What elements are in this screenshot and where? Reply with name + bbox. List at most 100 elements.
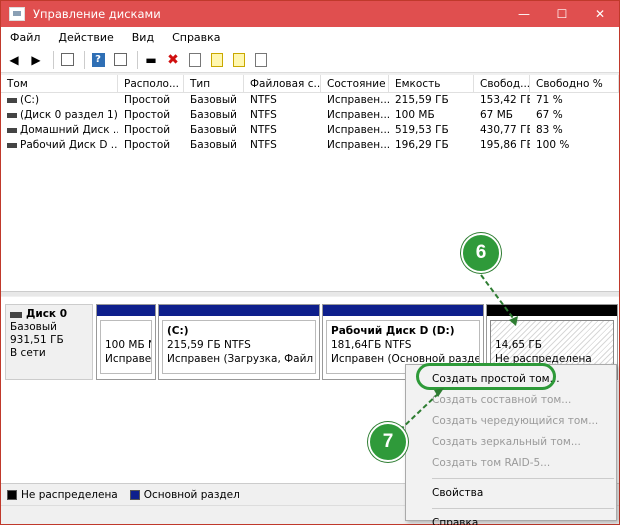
table-cell: 196,29 ГБ — [395, 139, 449, 151]
table-row[interactable]: Домашний Диск ... Простой Базовый NTFS И… — [1, 123, 619, 138]
partition-name: (C:) — [167, 325, 189, 337]
table-cell: Исправен... — [327, 94, 389, 106]
rescan-icon[interactable] — [252, 51, 270, 69]
partition-c[interactable]: (C:) 215,59 ГБ NTFS Исправен (Загрузка, … — [158, 304, 320, 380]
close-button[interactable]: ✕ — [581, 1, 619, 27]
legend-label-unallocated: Не распределена — [21, 488, 118, 501]
partition-bar — [487, 305, 617, 316]
table-cell: Простой — [124, 139, 171, 151]
menu-separator — [432, 478, 614, 479]
forward-arrow-icon[interactable]: ▶ — [27, 51, 45, 69]
column-header-capacity[interactable]: Емкость — [389, 75, 474, 93]
volume-list: Том Располо... Тип Файловая с... Состоян… — [1, 75, 619, 291]
menu-bar: Файл Действие Вид Справка — [1, 27, 619, 47]
table-row[interactable]: (Диск 0 раздел 1) Простой Базовый NTFS И… — [1, 108, 619, 123]
column-header-type[interactable]: Тип — [184, 75, 244, 93]
menu-item-create-spanned-volume: Создать составной том... — [432, 394, 572, 406]
step-7-badge: 7 — [368, 422, 408, 462]
legend-swatch-unallocated — [7, 489, 17, 500]
properties-icon[interactable] — [111, 51, 129, 69]
menu-item-help[interactable]: Справка — [406, 513, 616, 525]
table-cell: Базовый — [190, 109, 237, 121]
disk-management-app-icon — [9, 7, 25, 21]
delete-icon[interactable]: ✖ — [164, 51, 182, 69]
menu-view[interactable]: Вид — [123, 31, 163, 44]
column-header-free-space[interactable]: Свобод... — [474, 75, 530, 93]
table-cell: 67 МБ — [480, 109, 513, 121]
highlight-oval — [416, 363, 556, 390]
table-cell: Простой — [124, 94, 171, 106]
column-header-volume[interactable]: Том — [1, 75, 118, 93]
table-cell: Исправен... — [327, 109, 389, 121]
disk-icon — [10, 311, 22, 318]
menu-help[interactable]: Справка — [163, 31, 229, 44]
partition-bar — [97, 305, 155, 316]
disk-type: Базовый — [10, 321, 57, 333]
partition-status: Исправен (Загрузка, Файл подк — [167, 353, 315, 365]
partition-name: Рабочий Диск D (D:) — [331, 325, 455, 337]
menu-action[interactable]: Действие — [49, 31, 122, 44]
disk-status: В сети — [10, 347, 46, 359]
table-row[interactable]: (C:) Простой Базовый NTFS Исправен... 21… — [1, 93, 619, 108]
export-list-icon[interactable] — [208, 51, 226, 69]
partition-size: 100 МБ N — [105, 339, 152, 351]
table-cell: 100 МБ — [395, 109, 435, 121]
table-cell: Простой — [124, 124, 171, 136]
partition-bar — [323, 305, 483, 316]
partition-size: 14,65 ГБ — [495, 339, 543, 351]
table-cell: 100 % — [536, 139, 570, 151]
table-cell: NTFS — [250, 94, 277, 106]
table-cell: 71 % — [536, 94, 563, 106]
partition-system-reserved[interactable]: 100 МБ N Исправен — [96, 304, 156, 380]
table-cell: 519,53 ГБ — [395, 124, 449, 136]
partition-size: 181,64ГБ NTFS — [331, 339, 412, 351]
menu-file[interactable]: Файл — [1, 31, 49, 44]
check-document-icon[interactable] — [186, 51, 204, 69]
menu-item-create-mirrored-volume: Создать зеркальный том... — [432, 436, 581, 448]
table-cell: Базовый — [190, 124, 237, 136]
table-cell: NTFS — [250, 109, 277, 121]
volume-icon — [7, 112, 17, 118]
window-title: Управление дисками — [33, 7, 161, 21]
volume-cell: (Диск 0 раздел 1) — [1, 108, 118, 123]
table-cell: 83 % — [536, 124, 563, 136]
menu-separator — [432, 508, 614, 509]
column-header-free-percent[interactable]: Свободно % — [530, 75, 619, 93]
import-icon[interactable] — [230, 51, 248, 69]
volume-icon — [7, 97, 17, 103]
minimize-button[interactable]: — — [505, 1, 543, 27]
title-bar: Управление дисками — ☐ ✕ — [1, 1, 619, 27]
table-cell: Исправен... — [327, 124, 389, 136]
toolbar: ◀ ▶ ? ▬ ✖ — [1, 47, 619, 73]
table-cell: NTFS — [250, 124, 277, 136]
partition-name — [495, 324, 609, 338]
table-cell: Простой — [124, 109, 171, 121]
pane-splitter[interactable] — [1, 291, 619, 296]
column-header-status[interactable]: Состояние — [321, 75, 389, 93]
connect-disk-icon[interactable]: ▬ — [142, 51, 160, 69]
disk-size: 931,51 ГБ — [10, 334, 64, 346]
table-row[interactable]: Рабочий Диск D ... Простой Базовый NTFS … — [1, 138, 619, 153]
toolbar-separator — [137, 50, 138, 69]
volume-icon — [7, 142, 17, 148]
toolbar-separator — [84, 50, 85, 69]
volume-list-header: Том Располо... Тип Файловая с... Состоян… — [1, 75, 619, 93]
partition-bar — [159, 305, 319, 316]
menu-item-properties[interactable]: Свойства — [406, 483, 616, 504]
disk-name: Диск 0 — [26, 308, 68, 320]
partition-status: Исправен — [105, 353, 152, 365]
help-icon[interactable]: ? — [89, 51, 107, 69]
table-cell: Базовый — [190, 139, 237, 151]
column-header-filesystem[interactable]: Файловая с... — [244, 75, 321, 93]
show-console-tree-icon[interactable] — [58, 51, 76, 69]
disk-0-label[interactable]: Диск 0 Базовый 931,51 ГБ В сети — [5, 304, 93, 380]
column-header-layout[interactable]: Располо... — [118, 75, 184, 93]
back-arrow-icon[interactable]: ◀ — [5, 51, 23, 69]
step-6-badge: 6 — [461, 233, 501, 273]
menu-item-create-raid5-volume: Создать том RAID-5... — [432, 457, 551, 469]
table-cell: 153,42 ГБ — [480, 94, 530, 106]
maximize-button[interactable]: ☐ — [543, 1, 581, 27]
table-cell: 430,77 ГБ — [480, 124, 530, 136]
toolbar-separator — [53, 50, 54, 69]
volume-cell: (C:) — [1, 93, 118, 108]
